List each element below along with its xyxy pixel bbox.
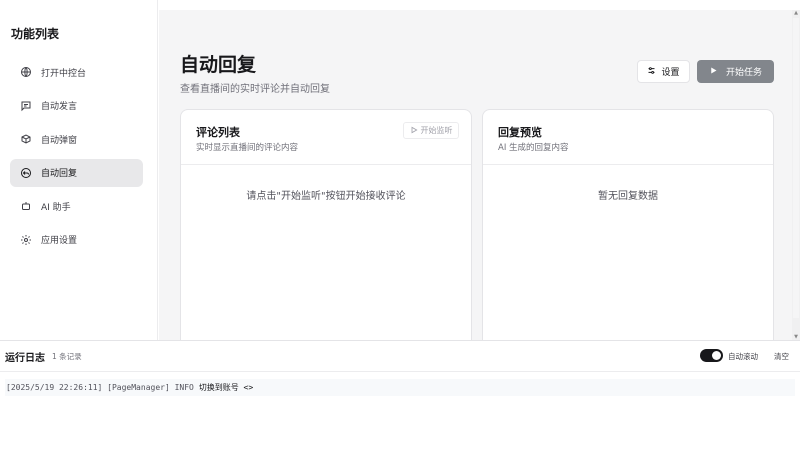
log-level: INFO (174, 383, 194, 392)
reply-preview-header: 回复预览 AI 生成的回复内容 (483, 110, 773, 165)
main-content: 自动回复 查看直播间的实时评论并自动回复 设置 开始任务 评论列表 实时显示直播… (159, 10, 800, 349)
message-icon (20, 100, 32, 112)
comment-list-title: 评论列表 (196, 126, 240, 139)
reply-preview-desc: AI 生成的回复内容 (498, 143, 569, 153)
log-source: [PageManager] (107, 383, 170, 392)
auto-scroll-toggle[interactable] (700, 349, 723, 362)
toggle-knob (712, 351, 721, 360)
package-icon (20, 133, 32, 145)
sidebar-item-auto-popup[interactable]: 自动弹窗 (10, 125, 143, 153)
log-count: 1 条记录 (52, 352, 82, 361)
comment-list-desc: 实时显示直播间的评论内容 (196, 143, 299, 153)
log-title: 运行日志 (5, 353, 45, 364)
page-title: 自动回复 (180, 54, 257, 76)
play-outline-icon (410, 126, 418, 136)
auto-scroll-label: 自动滚动 (728, 352, 758, 361)
app-window: 功能列表 打开中控台 自动发言 自动弹窗 自动回复 AI 助手 应用设置 自动回… (0, 0, 800, 454)
reply-preview-title: 回复预览 (498, 126, 542, 139)
sidebar-item-app-settings[interactable]: 应用设置 (10, 226, 143, 254)
log-entry: [2025/5/19 22:26:11] [PageManager] INFO … (5, 379, 795, 396)
sidebar-item-label: AI 助手 (41, 202, 71, 213)
log-divider (0, 371, 800, 372)
log-panel: 运行日志 1 条记录 自动滚动 清空 [2025/5/19 22:26:11] … (0, 340, 800, 454)
sidebar-item-label: 自动发言 (41, 102, 78, 112)
start-task-button-label: 开始任务 (725, 68, 762, 78)
scroll-up-arrow[interactable]: ▲ (793, 10, 799, 16)
play-icon (709, 66, 718, 78)
sidebar-item-label: 自动回复 (41, 169, 78, 179)
sidebar-item-label: 打开中控台 (41, 68, 87, 79)
page-subtitle: 查看直播间的实时评论并自动回复 (180, 84, 330, 95)
sidebar-nav: 打开中控台 自动发言 自动弹窗 自动回复 AI 助手 应用设置 (10, 58, 143, 259)
comment-list-header: 评论列表 实时显示直播间的评论内容 开始监听 (181, 110, 471, 165)
globe-icon (20, 66, 32, 78)
settings-button-label: 设置 (661, 68, 680, 78)
sidebar-title: 功能列表 (11, 27, 60, 41)
scroll-thumb[interactable] (793, 18, 799, 318)
sidebar-item-ai-assistant[interactable]: AI 助手 (10, 192, 143, 220)
comment-list-card: 评论列表 实时显示直播间的评论内容 开始监听 请点击"开始监听"按钮开始接收评论 (180, 109, 472, 349)
sliders-icon (647, 66, 656, 78)
reply-icon (20, 167, 32, 179)
log-message: 切换到账号 <> (198, 383, 254, 392)
log-time: [2025/5/19 22:26:11] (6, 383, 103, 392)
sidebar-item-label: 自动弹窗 (41, 135, 78, 146)
sidebar: 功能列表 打开中控台 自动发言 自动弹窗 自动回复 AI 助手 应用设置 (0, 0, 158, 340)
reply-preview-card: 回复预览 AI 生成的回复内容 暂无回复数据 (482, 109, 774, 349)
main-scrollbar[interactable]: ▲ ▼ (792, 10, 800, 340)
sidebar-item-auto-message[interactable]: 自动发言 (10, 92, 143, 120)
sidebar-item-console[interactable]: 打开中控台 (10, 58, 143, 86)
reply-preview-empty: 暂无回复数据 (598, 191, 658, 202)
start-listening-label: 开始监听 (420, 126, 453, 135)
bot-icon (20, 200, 32, 212)
settings-button[interactable]: 设置 (637, 60, 690, 83)
sidebar-item-label: 应用设置 (41, 236, 78, 246)
gear-icon (20, 234, 32, 246)
start-task-button[interactable]: 开始任务 (697, 60, 774, 83)
comment-list-empty: 请点击"开始监听"按钮开始接收评论 (246, 191, 406, 202)
sidebar-item-auto-reply[interactable]: 自动回复 (10, 158, 143, 187)
clear-log-button[interactable]: 清空 (774, 351, 789, 362)
start-listening-button[interactable]: 开始监听 (403, 122, 459, 139)
